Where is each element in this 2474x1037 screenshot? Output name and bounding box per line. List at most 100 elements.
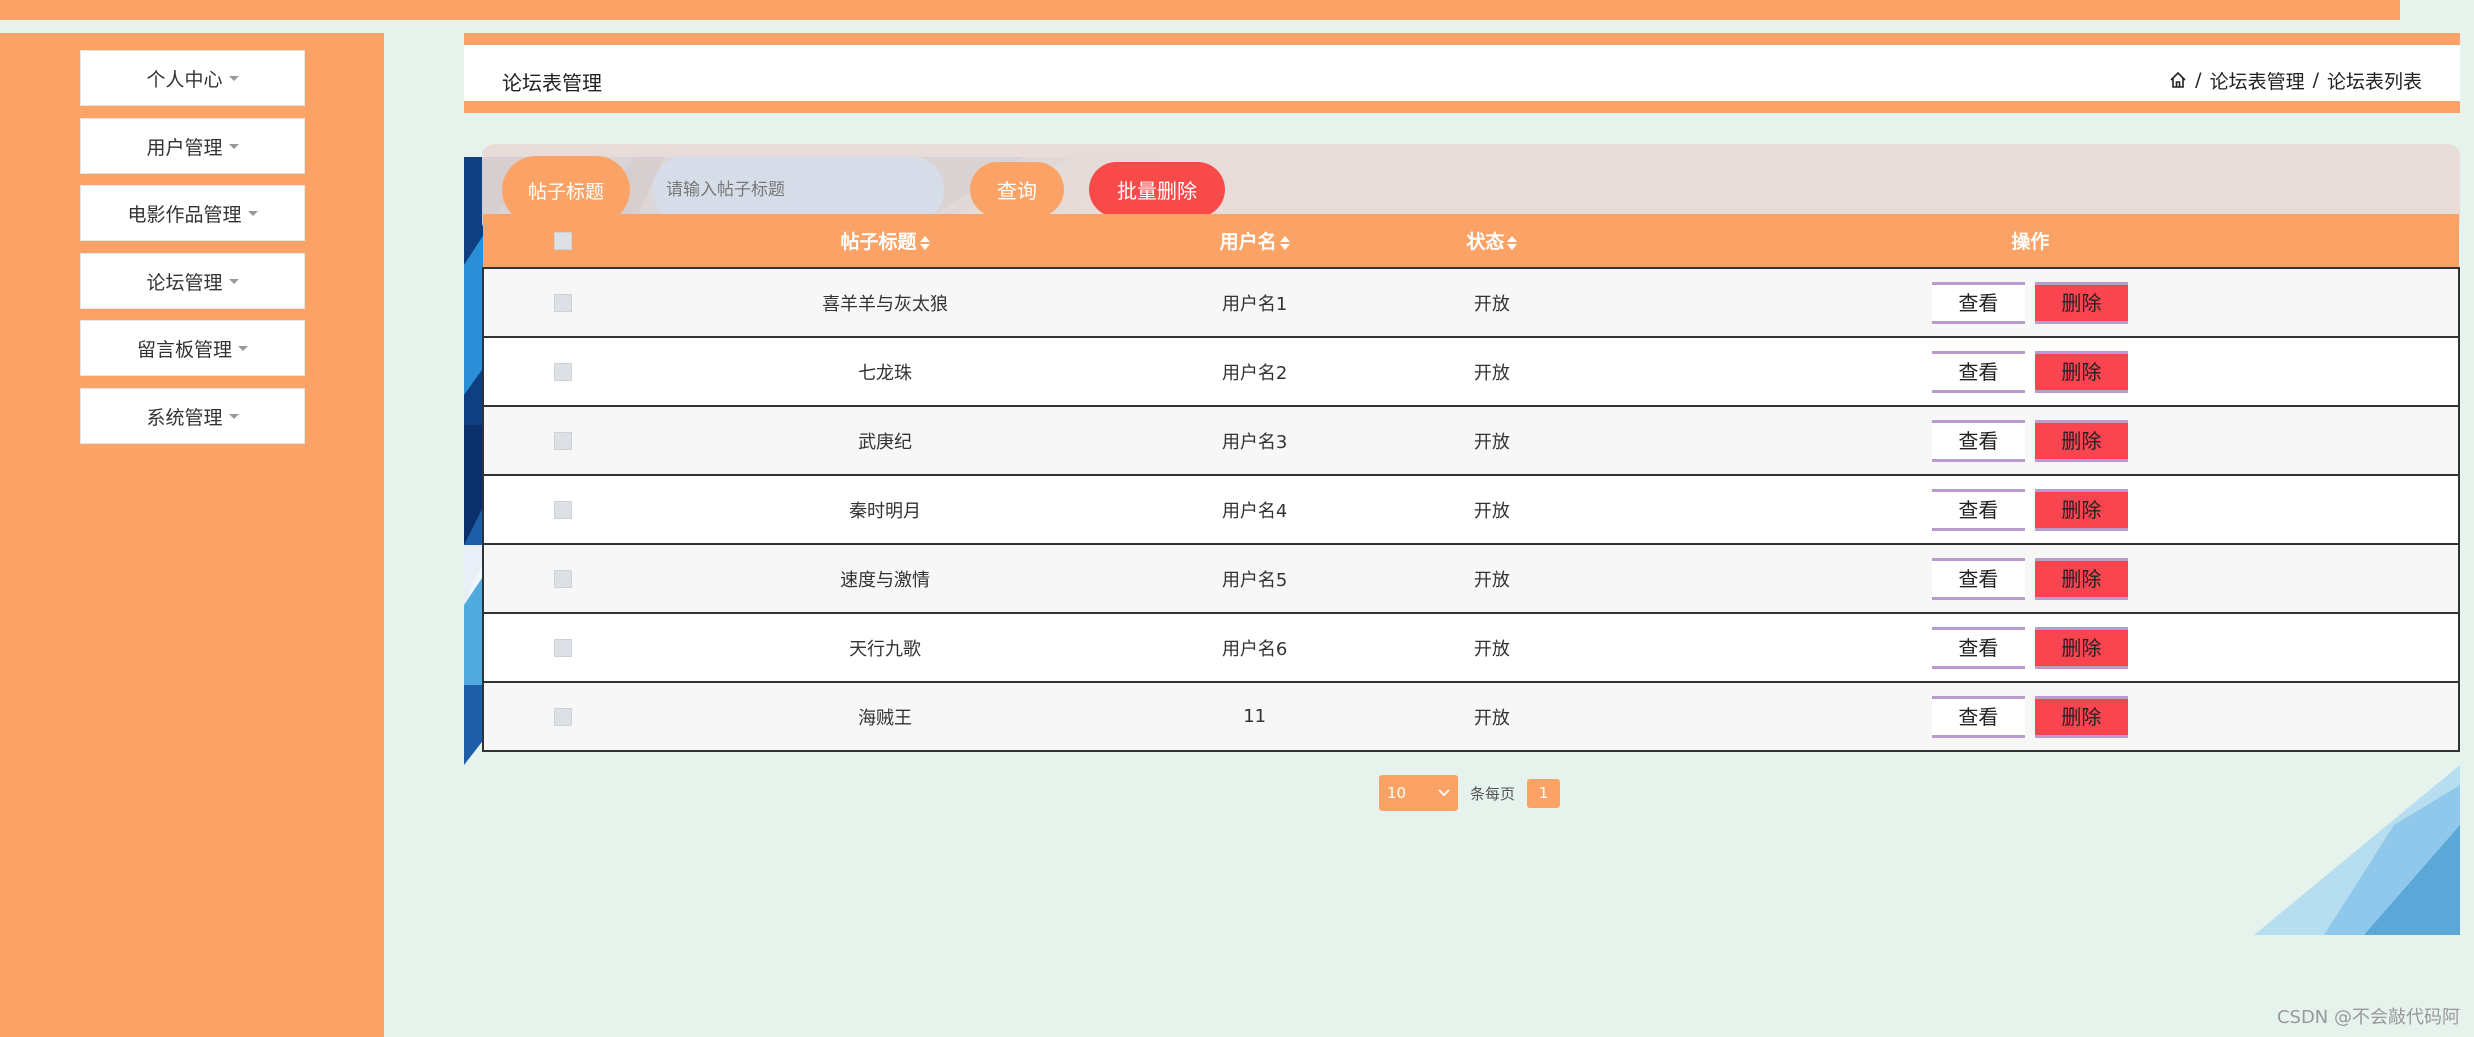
sidebar-item-label: 留言板管理: [136, 338, 232, 361]
sidebar: 个人中心 用户管理 电影作品管理 论坛管理 留言板管理 系统管理: [0, 33, 384, 1037]
status-cell: 开放: [1382, 543, 1602, 613]
caret-down-icon: [238, 345, 248, 351]
delete-button[interactable]: 删除: [2034, 350, 2128, 393]
username-cell: 用户名2: [1127, 336, 1383, 406]
delete-button[interactable]: 删除: [2034, 281, 2128, 324]
page-number-button[interactable]: 1: [1527, 778, 1561, 808]
table-row: 秦时明月 用户名4 开放 查看 删除: [482, 474, 2461, 544]
sidebar-item-label: 个人中心: [146, 68, 223, 91]
delete-button[interactable]: 删除: [2034, 557, 2128, 600]
status-cell: 开放: [1382, 474, 1602, 544]
post-title-cell: 武庚纪: [642, 405, 1128, 475]
sidebar-item-label: 系统管理: [146, 406, 223, 429]
row-select-cell: [482, 336, 643, 406]
row-select-cell: [482, 267, 643, 337]
row-select-cell: [482, 681, 643, 752]
batch-delete-button[interactable]: 批量删除: [1089, 162, 1225, 217]
post-title-cell: 天行九歌: [642, 612, 1128, 682]
actions-cell: 查看 删除: [1601, 543, 2461, 613]
post-title-cell: 秦时明月: [642, 474, 1128, 544]
row-checkbox[interactable]: [554, 501, 573, 519]
caret-down-icon: [228, 413, 239, 419]
view-button[interactable]: 查看: [1931, 695, 2025, 738]
sort-icon[interactable]: [919, 235, 930, 250]
sidebar-item-forum-management[interactable]: 论坛管理: [80, 253, 305, 309]
actions-cell: 查看 删除: [1601, 267, 2461, 337]
column-header-username[interactable]: 用户名: [1127, 214, 1383, 268]
actions-cell: 查看 删除: [1601, 336, 2461, 406]
post-title-cell: 海贼王: [642, 681, 1128, 752]
pagination: 10 条每页 1: [1379, 775, 1561, 811]
table-row: 喜羊羊与灰太狼 用户名1 开放 查看 删除: [482, 267, 2461, 337]
actions-cell: 查看 删除: [1601, 474, 2461, 544]
page-size-select[interactable]: 10: [1379, 775, 1458, 811]
post-title-cell: 喜羊羊与灰太狼: [642, 267, 1128, 337]
row-checkbox[interactable]: [554, 639, 573, 657]
username-cell: 用户名4: [1127, 474, 1383, 544]
status-cell: 开放: [1382, 267, 1602, 337]
username-cell: 11: [1127, 681, 1383, 752]
chevron-down-icon: [1438, 789, 1450, 797]
view-button[interactable]: 查看: [1931, 281, 2025, 324]
view-button[interactable]: 查看: [1931, 488, 2025, 531]
view-button[interactable]: 查看: [1931, 626, 2025, 669]
table-header-row: 帖子标题 用户名 状态 操作: [483, 214, 2459, 268]
username-cell: 用户名5: [1127, 543, 1383, 613]
row-select-cell: [482, 543, 643, 613]
row-checkbox[interactable]: [554, 363, 573, 381]
column-header-label: 状态: [1466, 231, 1505, 253]
sidebar-item-system-management[interactable]: 系统管理: [80, 388, 305, 444]
actions-cell: 查看 删除: [1601, 612, 2461, 682]
select-all-checkbox[interactable]: [553, 232, 572, 250]
sidebar-item-user-management[interactable]: 用户管理: [80, 118, 305, 174]
status-cell: 开放: [1382, 612, 1602, 682]
column-header-actions: 操作: [1601, 214, 2459, 268]
watermark: CSDN @不会敲代码阿: [2276, 1007, 2460, 1028]
post-title-cell: 速度与激情: [642, 543, 1128, 613]
sidebar-item-label: 用户管理: [146, 136, 223, 159]
content-overlay: 帖子标题 查询 批量删除 帖子标题 用户名 状态 操作 喜羊羊与灰太狼 用户名1…: [464, 0, 2461, 1037]
row-checkbox[interactable]: [554, 570, 573, 588]
row-select-cell: [482, 474, 643, 544]
delete-button[interactable]: 删除: [2034, 419, 2128, 462]
column-header-title[interactable]: 帖子标题: [642, 214, 1128, 268]
caret-down-icon: [228, 75, 239, 81]
status-cell: 开放: [1382, 336, 1602, 406]
table-row: 速度与激情 用户名5 开放 查看 删除: [482, 543, 2461, 613]
select-all-cell[interactable]: [483, 214, 643, 268]
view-button[interactable]: 查看: [1931, 350, 2025, 393]
query-button[interactable]: 查询: [970, 162, 1064, 217]
delete-button[interactable]: 删除: [2034, 695, 2128, 738]
page-size-value: 10: [1387, 784, 1407, 802]
row-checkbox[interactable]: [554, 294, 573, 312]
caret-down-icon: [228, 143, 239, 149]
actions-cell: 查看 删除: [1601, 681, 2461, 752]
sort-icon[interactable]: [1279, 235, 1290, 250]
sidebar-item-movie-management[interactable]: 电影作品管理: [80, 185, 305, 241]
row-select-cell: [482, 612, 643, 682]
sidebar-item-personal-center[interactable]: 个人中心: [80, 50, 305, 106]
column-header-label: 帖子标题: [840, 231, 917, 253]
delete-button[interactable]: 删除: [2034, 488, 2128, 531]
table-row: 七龙珠 用户名2 开放 查看 删除: [482, 336, 2461, 406]
table-row: 海贼王 11 开放 查看 删除: [482, 681, 2461, 752]
actions-cell: 查看 删除: [1601, 405, 2461, 475]
username-cell: 用户名6: [1127, 612, 1383, 682]
row-checkbox[interactable]: [554, 708, 573, 726]
row-checkbox[interactable]: [554, 432, 573, 450]
view-button[interactable]: 查看: [1931, 557, 2025, 600]
sidebar-item-label: 电影作品管理: [127, 203, 242, 226]
caret-down-icon: [228, 278, 239, 284]
sidebar-item-label: 论坛管理: [146, 271, 223, 294]
delete-button[interactable]: 删除: [2034, 626, 2128, 669]
column-header-status[interactable]: 状态: [1382, 214, 1602, 268]
sort-icon[interactable]: [1507, 235, 1518, 250]
username-cell: 用户名1: [1127, 267, 1383, 337]
table-row: 天行九歌 用户名6 开放 查看 删除: [482, 612, 2461, 682]
post-title-cell: 七龙珠: [642, 336, 1128, 406]
status-cell: 开放: [1382, 405, 1602, 475]
column-header-label: 用户名: [1219, 231, 1277, 253]
view-button[interactable]: 查看: [1931, 419, 2025, 462]
sidebar-item-message-board[interactable]: 留言板管理: [80, 320, 305, 376]
caret-down-icon: [247, 210, 258, 216]
